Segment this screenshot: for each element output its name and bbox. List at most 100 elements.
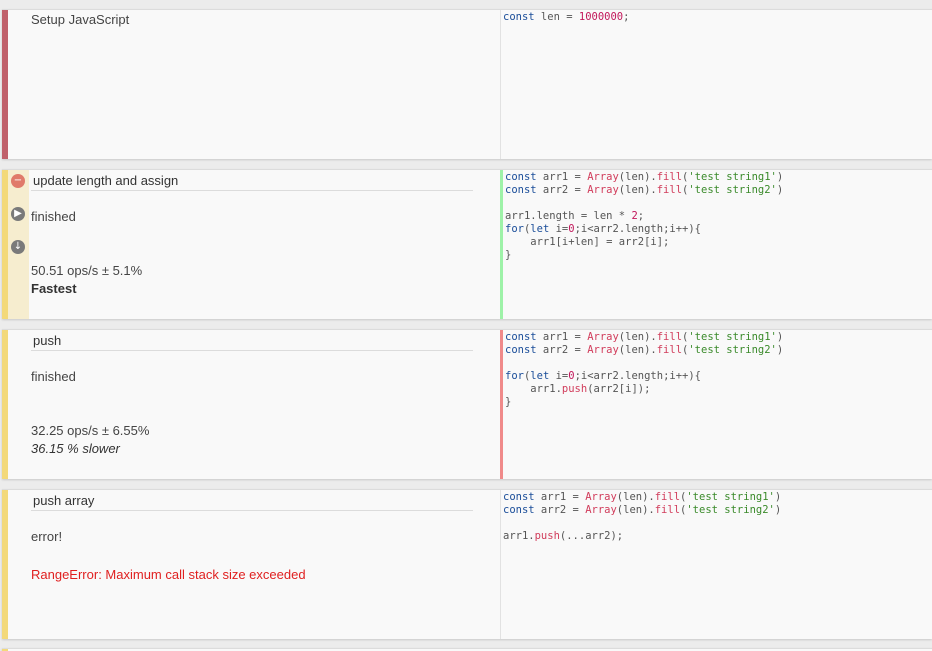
code-token: 'test string2': [686, 504, 775, 516]
test-status: error!: [31, 529, 63, 544]
code-token: fill: [656, 171, 683, 183]
setup-left-panel: Setup JavaScript: [29, 10, 499, 159]
code-token: for: [505, 370, 524, 382]
arrow-down-circle-icon[interactable]: ↓: [11, 240, 25, 254]
code-token: fill: [656, 184, 683, 196]
test-rank: Fastest: [31, 281, 77, 296]
code-token: arr1 =: [536, 171, 588, 183]
code-token: }: [505, 249, 512, 261]
code-token: arr1[i+len] = arr2[i];: [505, 236, 670, 248]
code-token: arr2 =: [536, 344, 588, 356]
test-code[interactable]: const arr1 = Array(len).fill('test strin…: [503, 330, 932, 410]
test-code-editor[interactable]: const arr1 = Array(len).fill('test strin…: [500, 330, 932, 479]
code-token: Array: [587, 331, 619, 343]
setup-color-bar: [2, 10, 8, 159]
code-token: ;: [623, 11, 630, 23]
test-gutter: − ▶ ↓: [8, 170, 29, 319]
benchmark-page: Setup JavaScript const len = 1000000; − …: [0, 0, 932, 651]
code-token: Array: [587, 184, 619, 196]
test-card-3: push array error! RangeError: Maximum ca…: [2, 489, 932, 639]
code-token: ;: [637, 210, 645, 222]
code-token: Array: [585, 504, 617, 516]
code-token: 'test string2': [688, 184, 777, 196]
code-token: 'test string1': [688, 331, 777, 343]
test-title-input[interactable]: push: [31, 332, 473, 351]
code-token: arr1 =: [536, 331, 588, 343]
test-status: finished: [31, 369, 76, 384]
code-token: (len).: [618, 344, 657, 356]
code-token: const: [505, 331, 537, 343]
code-token: (...arr2);: [559, 530, 624, 542]
test-code[interactable]: const arr1 = Array(len).fill('test strin…: [503, 170, 932, 263]
code-token: arr2 =: [536, 184, 588, 196]
test-title-input[interactable]: update length and assign: [31, 172, 473, 191]
code-token: ): [776, 184, 784, 196]
code-token: const: [505, 171, 537, 183]
code-token: 1000000: [578, 11, 624, 23]
code-token: push: [561, 383, 588, 395]
code-token: let: [530, 370, 550, 382]
code-token: ;i<arr2.length;i++){: [574, 370, 701, 382]
code-token: ): [776, 331, 784, 343]
test-left-panel: push finished 32.25 ops/s ± 6.55% 36.15 …: [29, 330, 499, 479]
code-token: ): [774, 491, 782, 503]
setup-title: Setup JavaScript: [31, 12, 130, 27]
test-code[interactable]: const arr1 = Array(len).fill('test strin…: [501, 490, 932, 544]
test-color-bar: [2, 330, 8, 479]
code-token: const: [505, 184, 537, 196]
code-token: fill: [656, 344, 683, 356]
test-code-editor[interactable]: const arr1 = Array(len).fill('test strin…: [500, 490, 932, 639]
test-ops: 50.51 ops/s ± 5.1%: [31, 263, 143, 278]
code-token: arr1.length = len *: [505, 210, 632, 222]
code-token: (len).: [616, 504, 655, 516]
code-token: ): [774, 504, 782, 516]
test-rank: 36.15 % slower: [31, 441, 120, 456]
code-token: const: [503, 11, 535, 23]
setup-card: Setup JavaScript const len = 1000000;: [2, 9, 932, 159]
test-card-1: − ▶ ↓ update length and assign finished …: [2, 169, 932, 319]
code-token: fill: [654, 504, 681, 516]
code-token: push: [534, 530, 560, 542]
code-token: i=: [549, 223, 569, 235]
code-token: Array: [585, 491, 617, 503]
code-token: (len).: [618, 331, 657, 343]
code-token: (len).: [618, 184, 657, 196]
code-token: arr1 =: [534, 491, 586, 503]
code-token: fill: [654, 491, 681, 503]
code-token: arr1.: [503, 530, 535, 542]
test-error-message: RangeError: Maximum call stack size exce…: [31, 567, 306, 582]
test-left-panel: update length and assign finished 50.51 …: [29, 170, 499, 319]
code-token: fill: [656, 331, 683, 343]
code-token: const: [503, 491, 535, 503]
code-token: Array: [587, 171, 619, 183]
play-circle-icon[interactable]: ▶: [11, 207, 25, 221]
test-title-input[interactable]: push array: [31, 492, 473, 511]
code-token: len =: [534, 11, 579, 23]
test-ops: 32.25 ops/s ± 6.55%: [31, 423, 150, 438]
test-status: finished: [31, 209, 76, 224]
test-left-panel: push array error! RangeError: Maximum ca…: [29, 490, 499, 639]
test-code-editor[interactable]: const arr1 = Array(len).fill('test strin…: [500, 170, 932, 319]
code-token: let: [530, 223, 550, 235]
code-token: 'test string1': [688, 171, 777, 183]
code-token: 'test string1': [686, 491, 775, 503]
code-token: ;i<arr2.length;i++){: [574, 223, 701, 235]
code-token: }: [505, 396, 512, 408]
test-card-2: push finished 32.25 ops/s ± 6.55% 36.15 …: [2, 329, 932, 479]
code-token: ): [776, 344, 784, 356]
setup-code-editor[interactable]: const len = 1000000;: [500, 10, 932, 159]
code-token: (len).: [618, 171, 657, 183]
setup-code[interactable]: const len = 1000000;: [501, 10, 932, 25]
code-token: Array: [587, 344, 619, 356]
code-token: arr2 =: [534, 504, 586, 516]
code-token: const: [503, 504, 535, 516]
code-token: 'test string2': [688, 344, 777, 356]
code-token: i=: [549, 370, 569, 382]
test-color-bar: [2, 490, 8, 639]
code-token: ): [776, 171, 784, 183]
code-token: const: [505, 344, 537, 356]
code-token: (arr2[i]);: [587, 383, 651, 395]
code-token: (len).: [616, 491, 655, 503]
code-token: arr1.: [505, 383, 562, 395]
minus-circle-icon[interactable]: −: [11, 174, 25, 188]
